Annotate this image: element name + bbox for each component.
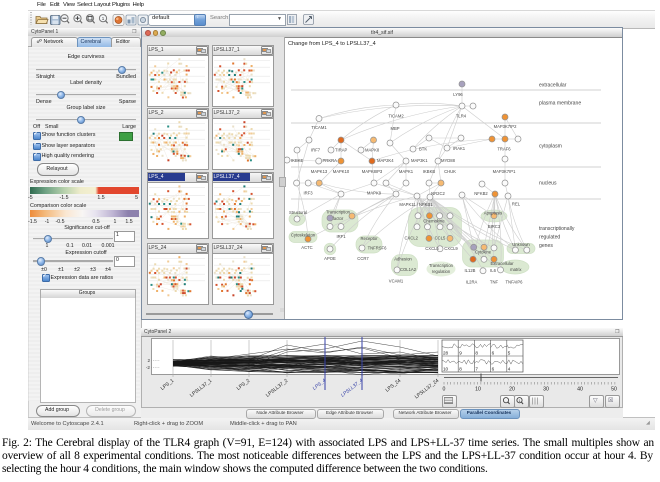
svg-text:Adhesion: Adhesion [394, 256, 412, 261]
svg-text:CCR7: CCR7 [357, 256, 369, 261]
svg-text:IL2RA: IL2RA [466, 280, 478, 285]
svg-text:30: 30 [543, 387, 549, 393]
svg-text:BIRC3: BIRC3 [488, 224, 501, 229]
svg-text:1: 1 [519, 398, 521, 402]
svg-text:IRF3: IRF3 [303, 191, 313, 196]
svg-text:LPS_2: LPS_2 [236, 378, 252, 392]
svg-text:PRKRA: PRKRA [323, 158, 338, 163]
svg-text:10: 10 [475, 387, 481, 393]
svg-text:Cytokine: Cytokine [475, 250, 492, 255]
svg-text:8: 8 [475, 351, 478, 356]
svg-text:MAPK9: MAPK9 [367, 191, 382, 196]
svg-text:MAPK10: MAPK10 [333, 169, 350, 174]
svg-text:Receptor: Receptor [361, 236, 379, 241]
svg-text:MAP2K4: MAP2K4 [377, 158, 394, 163]
svg-text:28: 28 [443, 351, 449, 356]
svg-text:4: 4 [508, 367, 511, 372]
svg-text:CXCL5: CXCL5 [425, 246, 439, 251]
svg-text:LPSLL37_2: LPSLL37_2 [265, 378, 289, 399]
svg-text:TNFAIP6: TNFAIP6 [506, 280, 524, 285]
svg-text:5: 5 [508, 351, 511, 356]
svg-text:APOE: APOE [324, 256, 336, 261]
svg-text:COL1A2: COL1A2 [400, 267, 417, 272]
svg-text:LPSLL37_1: LPSLL37_1 [189, 378, 213, 399]
svg-text:genes: genes [539, 243, 553, 249]
svg-text:TIRAP: TIRAP [335, 148, 348, 153]
svg-text:regulation: regulation [432, 269, 451, 274]
svg-text:transcriptionally: transcriptionally [539, 226, 575, 232]
svg-text:IRF1: IRF1 [336, 234, 346, 239]
svg-text:Chemokine: Chemokine [423, 219, 445, 224]
svg-text:6: 6 [492, 367, 495, 372]
svg-text:Cytoskeleton: Cytoskeleton [291, 232, 316, 237]
svg-text:IRAK1: IRAK1 [453, 146, 466, 151]
svg-text:Transcription: Transcription [326, 209, 351, 214]
svg-text:TRAF6: TRAF6 [497, 147, 511, 152]
svg-text:IL6: IL6 [490, 268, 496, 273]
svg-text:MAPK8IP3: MAPK8IP3 [362, 169, 383, 174]
svg-text:-2: -2 [146, 365, 151, 370]
svg-text:LPS_1: LPS_1 [160, 378, 176, 392]
svg-text:MAPK11 / NFKB1: MAPK11 / NFKB1 [399, 202, 433, 207]
svg-text:CCL5: CCL5 [435, 236, 446, 241]
svg-text:TICAM2: TICAM2 [388, 114, 404, 119]
svg-text:TNF: TNF [490, 280, 499, 285]
svg-text:NFKB2: NFKB2 [474, 191, 488, 196]
svg-text:MAPK13: MAPK13 [311, 169, 328, 174]
svg-text:40: 40 [577, 387, 583, 393]
svg-text:IKBKB: IKBKB [423, 169, 436, 174]
svg-text:6: 6 [492, 351, 495, 356]
svg-text:0: 0 [443, 387, 446, 393]
svg-text:Apoptosis: Apoptosis [484, 211, 502, 216]
svg-text:nucleus: nucleus [539, 181, 557, 187]
svg-text:LPS_24: LPS_24 [385, 378, 403, 394]
svg-text:CXCL2: CXCL2 [405, 236, 419, 241]
svg-text:MAP3K7IP1: MAP3K7IP1 [493, 169, 516, 174]
svg-text:CXCL9: CXCL9 [444, 246, 458, 251]
svg-text:CHUK: CHUK [444, 169, 456, 174]
svg-text:LY96: LY96 [453, 92, 463, 97]
svg-text:extracellular: extracellular [539, 83, 567, 89]
svg-text:MBP: MBP [390, 126, 399, 131]
svg-text:TNFRSF6: TNFRSF6 [368, 245, 388, 250]
svg-text:IRF7: IRF7 [311, 148, 321, 153]
svg-text:IL12B: IL12B [465, 268, 476, 273]
svg-text:MAPK1: MAPK1 [399, 169, 414, 174]
svg-text:NR2C2: NR2C2 [431, 191, 445, 196]
svg-text:TICAM1: TICAM1 [311, 125, 327, 130]
svg-text:8: 8 [459, 367, 462, 372]
svg-text:MAPK8: MAPK8 [365, 148, 380, 153]
svg-text:10: 10 [443, 367, 449, 372]
svg-text:regulated: regulated [539, 235, 560, 241]
svg-text:Transcription: Transcription [429, 263, 454, 268]
svg-text:VCAM1: VCAM1 [389, 279, 404, 284]
svg-text:factor: factor [333, 216, 344, 221]
svg-text:ACTC: ACTC [301, 245, 312, 250]
svg-text:9: 9 [459, 351, 462, 356]
svg-text:MYD88: MYD88 [441, 158, 456, 163]
svg-text:MAP3K1: MAP3K1 [411, 158, 428, 163]
svg-text:LPSLL37_24: LPSLL37_24 [414, 378, 441, 401]
svg-text:BTK: BTK [419, 147, 427, 152]
svg-text:TLR4: TLR4 [456, 114, 467, 119]
svg-text:7: 7 [475, 367, 478, 372]
svg-text:Extracellular: Extracellular [490, 261, 514, 266]
svg-text:cytoplasm: cytoplasm [539, 144, 562, 150]
svg-text:50: 50 [611, 387, 617, 393]
svg-text:IKBKE: IKBKE [291, 158, 304, 163]
svg-text:Unknown: Unknown [512, 242, 530, 247]
svg-text:REL: REL [512, 202, 521, 207]
svg-text:Structural: Structural [289, 210, 307, 215]
svg-text:plasma membrane: plasma membrane [539, 101, 581, 107]
svg-text:20: 20 [509, 387, 515, 393]
svg-text:2: 2 [147, 358, 150, 363]
svg-text:matrix: matrix [510, 267, 522, 272]
svg-text:MAP3K7IP2: MAP3K7IP2 [494, 124, 517, 129]
svg-text:LPSLL37_4: LPSLL37_4 [340, 378, 364, 399]
